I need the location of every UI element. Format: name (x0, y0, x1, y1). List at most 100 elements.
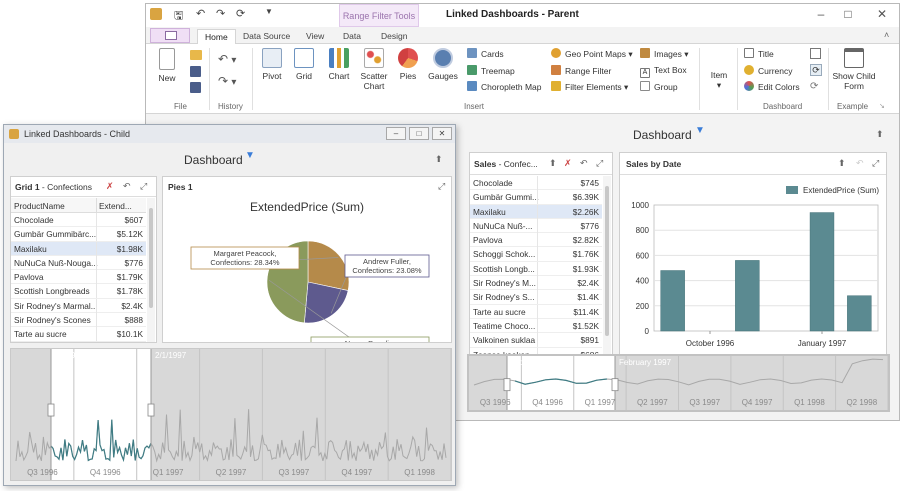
maximize-item-icon[interactable]: ⤢ (438, 181, 445, 192)
table-row[interactable]: Sir Rodney's Scones $888 (11, 313, 146, 328)
title-button[interactable]: Title (744, 48, 774, 59)
scrollbar-thumb[interactable] (149, 208, 153, 308)
reload-icon[interactable]: ⟳ (810, 64, 822, 76)
table-row[interactable]: Schoggi Schok... $1.76K (470, 247, 602, 262)
auto-update-icon[interactable]: ⟳ (810, 81, 818, 92)
clear-filter-icon[interactable]: ✗ (564, 158, 572, 169)
tab-design[interactable]: Design (374, 29, 414, 44)
tab-data-source[interactable]: Data Source (236, 29, 297, 44)
filter-elements-button[interactable]: Filter Elements ▾ (551, 81, 628, 93)
refresh-icon[interactable]: ⟳ (236, 7, 245, 20)
table-row[interactable]: Pavlova $2.82K (470, 233, 602, 248)
table-row[interactable]: NuNuCa Nuß-... $776 (470, 218, 602, 234)
maximize-item-icon[interactable]: ⤢ (872, 158, 879, 169)
item-button[interactable]: Item ▾ (705, 70, 733, 91)
table-row[interactable]: Scottish Longbreads $1.78K (11, 284, 146, 299)
maximize-icon[interactable]: □ (409, 127, 429, 140)
dialog-launcher-icon[interactable]: ↘ (879, 102, 885, 110)
maximize-icon[interactable]: □ (836, 7, 860, 21)
treemap-button[interactable]: Treemap (467, 65, 515, 76)
undo-drill-icon[interactable]: ↶ (123, 181, 131, 192)
table-row[interactable]: NuNuCa Nuß-Nouga... $776 (11, 255, 146, 271)
scrollbar-thumb[interactable] (605, 186, 609, 336)
new-button[interactable]: New (154, 48, 180, 83)
export-icon[interactable]: ⬆ (435, 154, 443, 165)
chart-button[interactable]: Chart (326, 48, 352, 81)
save-icon[interactable]: 🖫 (174, 7, 183, 26)
column-divider (96, 284, 97, 299)
tab-view[interactable]: View (299, 29, 331, 44)
edit-colors-button[interactable]: Edit Colors (744, 81, 800, 92)
undo-icon[interactable]: ↶ ▾ (218, 52, 236, 66)
child-range-filter[interactable]: Q3 1996 Q4 1996 Q1 1997 Q2 1997 Q3 1997 Q4 19… (10, 348, 452, 481)
cards-button[interactable]: Cards (467, 48, 504, 59)
legend-swatch (786, 186, 798, 194)
table-row[interactable]: Maxilaku $2.26K (470, 204, 602, 219)
export-icon[interactable]: ⬆ (876, 129, 884, 140)
text-box-button[interactable]: A Text Box (640, 65, 687, 78)
close-icon[interactable]: ✕ (432, 127, 452, 140)
table-row[interactable]: Sir Rodney's S... $1.4K (470, 290, 602, 305)
grid-button[interactable]: Grid (292, 48, 316, 81)
tab-home[interactable]: Home (197, 29, 236, 44)
column-divider (96, 227, 97, 242)
undo-icon[interactable]: ↶ (196, 7, 205, 20)
table-row[interactable]: Sir Rodney's Marmal... $2.4K (11, 298, 146, 314)
range-filter-button[interactable]: Range Filter (551, 65, 611, 76)
redo-icon[interactable]: ↷ ▾ (218, 74, 236, 88)
export-icon[interactable]: ⬆ (549, 158, 557, 169)
parent-range-filter[interactable]: Q3 1996 Q4 1996 Q1 1997 Q2 1997 Q3 1997 Q4 19… (467, 354, 890, 412)
currency-button[interactable]: Currency (744, 65, 792, 76)
scrollbar[interactable] (147, 198, 155, 342)
table-row[interactable]: Teatime Choco... $1.52K (470, 318, 602, 334)
column-divider (537, 318, 538, 333)
collapse-ribbon-icon[interactable]: ˄ (884, 30, 889, 40)
table-row[interactable]: Chocolade $745 (470, 176, 602, 191)
table-row[interactable]: Valkoinen suklaa $891 (470, 333, 602, 348)
minimize-icon[interactable]: – (809, 7, 833, 21)
table-row[interactable]: Gumbär Gummi... $6.39K (470, 190, 602, 205)
context-tab-range-filter-tools[interactable]: Range Filter Tools (339, 4, 419, 27)
maximize-item-icon[interactable]: ⤢ (140, 181, 147, 192)
save-as-icon[interactable] (190, 82, 201, 93)
parent-range-filter-chart[interactable]: Q3 1996 Q4 1996 Q1 1997 Q2 1997 Q3 1997 Q4 19… (469, 356, 888, 410)
minimize-icon[interactable]: – (386, 127, 406, 140)
column-header-extendedprice[interactable]: Extend... (99, 201, 132, 211)
table-row[interactable]: Chocolade $607 (11, 213, 146, 228)
value-cell: $1.79K (116, 272, 143, 283)
table-row[interactable]: Gumbär Gummibärc... $5.12K (11, 227, 146, 242)
group-button[interactable]: Group (640, 81, 678, 92)
child-range-filter-chart[interactable]: Q3 1996 Q4 1996 Q1 1997 Q2 1997 Q3 1997 Q4 19… (11, 349, 451, 480)
save-icon[interactable] (190, 66, 201, 77)
geo-point-maps-button[interactable]: Geo Point Maps ▾ (551, 48, 633, 60)
pivot-button[interactable]: Pivot (259, 48, 285, 81)
file-tab[interactable] (150, 28, 190, 43)
parameters-icon[interactable] (810, 48, 821, 59)
table-row[interactable]: Scottish Longb... $1.93K (470, 261, 602, 277)
tab-data[interactable]: Data (336, 29, 368, 44)
qat-dropdown-icon[interactable]: ▼ (265, 7, 273, 16)
table-row[interactable]: Maxilaku $1.98K (11, 241, 146, 256)
undo-drill-icon[interactable]: ↶ (856, 158, 864, 169)
undo-drill-icon[interactable]: ↶ (580, 158, 588, 169)
group-dashboard-label: Dashboard (763, 102, 803, 111)
open-folder-icon[interactable] (190, 50, 202, 60)
scatter-chart-button[interactable]: Scatter Chart (358, 48, 390, 91)
images-button[interactable]: Images ▾ (640, 48, 689, 60)
pies-button[interactable]: Pies (396, 48, 420, 81)
maximize-item-icon[interactable]: ⤢ (596, 158, 603, 169)
column-header-productname[interactable]: ProductName (14, 201, 65, 211)
clear-filter-icon[interactable]: ✗ (106, 181, 114, 192)
close-icon[interactable]: ✕ (870, 7, 894, 21)
gauges-button[interactable]: Gauges (428, 48, 458, 81)
table-row[interactable]: Tarte au sucre $11.4K (470, 304, 602, 319)
export-icon[interactable]: ⬆ (838, 158, 846, 169)
scrollbar[interactable] (603, 176, 611, 383)
choropleth-map-button[interactable]: Choropleth Map (467, 81, 541, 92)
table-row[interactable]: Tarte au sucre $10.1K (11, 327, 146, 342)
show-child-form-button[interactable]: Show Child Form (832, 48, 876, 91)
column-divider (537, 304, 538, 319)
table-row[interactable]: Sir Rodney's M... $2.4K (470, 276, 602, 291)
table-row[interactable]: Pavlova $1.79K (11, 270, 146, 285)
redo-icon[interactable]: ↷ (216, 7, 225, 20)
